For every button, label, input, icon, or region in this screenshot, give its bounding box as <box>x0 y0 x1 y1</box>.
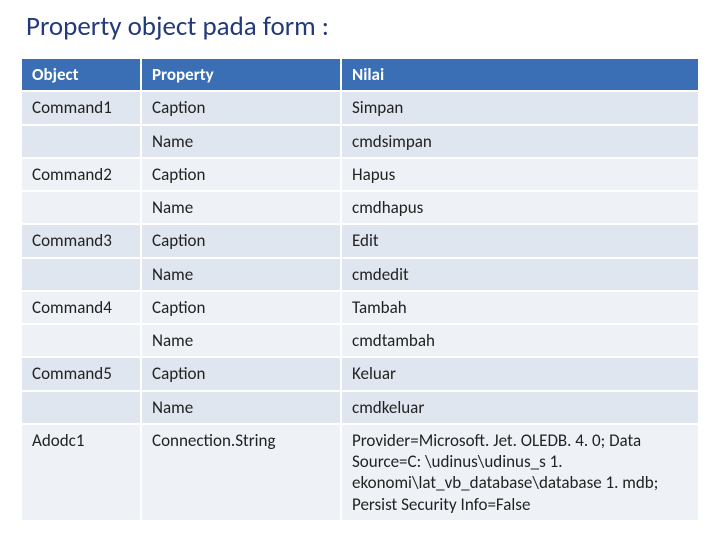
cell-nilai: cmdhapus <box>341 191 699 224</box>
table-row: Command3 Caption Edit <box>21 224 699 257</box>
cell-property: Connection.String <box>141 424 341 521</box>
property-table: Object Property Nilai Command1 Caption S… <box>20 57 700 522</box>
cell-property: Name <box>141 125 341 158</box>
cell-object: Command5 <box>21 357 141 390</box>
cell-property: Caption <box>141 357 341 390</box>
cell-nilai: cmdsimpan <box>341 125 699 158</box>
table-row: Command5 Caption Keluar <box>21 357 699 390</box>
page-title: Property object pada form : <box>26 10 700 43</box>
cell-object <box>21 191 141 224</box>
table-row: Command4 Caption Tambah <box>21 291 699 324</box>
cell-nilai: Provider=Microsoft. Jet. OLEDB. 4. 0; Da… <box>341 424 699 521</box>
header-nilai: Nilai <box>341 58 699 91</box>
cell-property: Caption <box>141 158 341 191</box>
header-object: Object <box>21 58 141 91</box>
cell-object <box>21 324 141 357</box>
cell-property: Caption <box>141 91 341 124</box>
cell-property: Name <box>141 191 341 224</box>
cell-object: Adodc1 <box>21 424 141 521</box>
cell-nilai: Hapus <box>341 158 699 191</box>
cell-nilai: Simpan <box>341 91 699 124</box>
table-row: Name cmdtambah <box>21 324 699 357</box>
table-row: Name cmdhapus <box>21 191 699 224</box>
slide: Property object pada form : Object Prope… <box>0 0 720 542</box>
cell-nilai: Keluar <box>341 357 699 390</box>
cell-property: Name <box>141 258 341 291</box>
cell-nilai: Tambah <box>341 291 699 324</box>
cell-property: Name <box>141 324 341 357</box>
cell-nilai: cmdedit <box>341 258 699 291</box>
table-row: Name cmdsimpan <box>21 125 699 158</box>
cell-nilai: Edit <box>341 224 699 257</box>
cell-nilai: cmdtambah <box>341 324 699 357</box>
cell-object <box>21 258 141 291</box>
cell-object: Command4 <box>21 291 141 324</box>
cell-nilai: cmdkeluar <box>341 391 699 424</box>
cell-object <box>21 125 141 158</box>
table-row: Command2 Caption Hapus <box>21 158 699 191</box>
cell-property: Caption <box>141 224 341 257</box>
table-row: Name cmdkeluar <box>21 391 699 424</box>
table-row: Command1 Caption Simpan <box>21 91 699 124</box>
cell-property: Name <box>141 391 341 424</box>
cell-object: Command3 <box>21 224 141 257</box>
cell-object: Command1 <box>21 91 141 124</box>
table-row: Adodc1 Connection.String Provider=Micros… <box>21 424 699 521</box>
table-row: Name cmdedit <box>21 258 699 291</box>
table-header-row: Object Property Nilai <box>21 58 699 91</box>
header-property: Property <box>141 58 341 91</box>
cell-object <box>21 391 141 424</box>
cell-property: Caption <box>141 291 341 324</box>
cell-object: Command2 <box>21 158 141 191</box>
